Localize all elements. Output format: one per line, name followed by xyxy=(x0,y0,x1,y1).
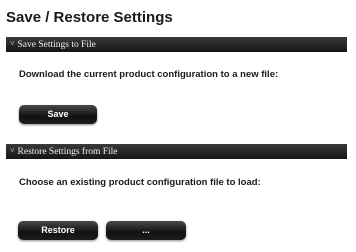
save-settings-section-header[interactable]: ˅ Save Settings to File xyxy=(6,37,347,52)
save-settings-section-label: Save Settings to File xyxy=(17,40,96,50)
chevron-down-icon: ˅ xyxy=(10,146,15,155)
save-button[interactable]: Save xyxy=(19,105,97,124)
browse-file-button[interactable]: ... xyxy=(106,221,186,240)
restore-settings-section-header[interactable]: ˅ Restore Settings from File xyxy=(6,144,347,159)
save-settings-description: Download the current product configurati… xyxy=(19,69,279,80)
restore-button[interactable]: Restore xyxy=(18,221,98,240)
restore-settings-description: Choose an existing product configuration… xyxy=(19,177,261,188)
restore-settings-section-label: Restore Settings from File xyxy=(17,147,118,157)
chevron-down-icon: ˅ xyxy=(10,39,15,48)
page-title: Save / Restore Settings xyxy=(6,9,173,26)
